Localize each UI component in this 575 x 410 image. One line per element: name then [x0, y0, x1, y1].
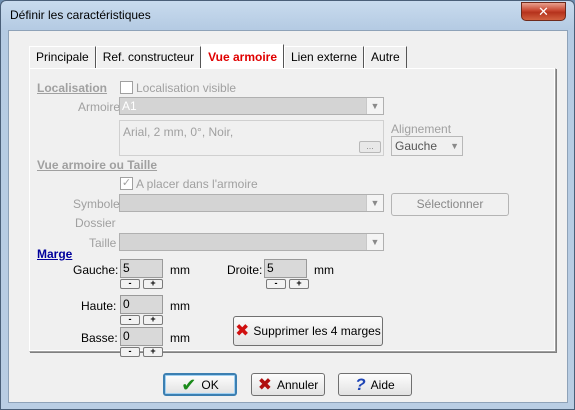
gauche-increment-button[interactable]: +: [143, 279, 163, 289]
tab-ref-constructeur[interactable]: Ref. constructeur: [95, 46, 202, 68]
supprimer-marges-label: Supprimer les 4 marges: [253, 324, 381, 338]
basse-unit: mm: [170, 331, 190, 345]
marge-section-title[interactable]: Marge: [37, 247, 72, 261]
checkmark-icon: ✔: [181, 374, 197, 395]
basse-label: Basse:: [81, 331, 118, 345]
chevron-down-icon: ▼: [366, 98, 383, 114]
gauche-input[interactable]: 5: [120, 259, 163, 278]
annuler-button[interactable]: ✖ Annuler: [251, 373, 325, 396]
droite-increment-button[interactable]: +: [289, 279, 309, 289]
dialog-client: Principale Ref. constructeur Vue armoire…: [8, 30, 568, 403]
placer-label: A placer dans l'armoire: [136, 177, 258, 191]
placer-checkbox[interactable]: ✓: [120, 177, 133, 190]
alignement-value: Gauche: [395, 139, 438, 153]
haute-increment-button[interactable]: +: [143, 315, 163, 325]
chevron-down-icon: ▼: [450, 141, 459, 151]
haute-label: Haute:: [81, 299, 117, 313]
basse-increment-button[interactable]: +: [143, 347, 163, 357]
armoire-label: Armoire: [78, 100, 121, 114]
ok-button[interactable]: ✔ OK: [163, 373, 237, 396]
supprimer-marges-button[interactable]: ✖ Supprimer les 4 marges: [233, 316, 383, 346]
delete-x-icon: ✖: [235, 321, 250, 340]
taille-label: Taille: [89, 236, 117, 250]
tab-lien-externe[interactable]: Lien externe: [284, 46, 365, 68]
haute-decrement-button[interactable]: -: [120, 315, 140, 325]
gauche-unit: mm: [170, 263, 190, 277]
tab-principale[interactable]: Principale: [29, 46, 96, 68]
title-bar[interactable]: Définir les caractéristiques ✕: [1, 1, 574, 29]
font-options-button[interactable]: ...: [359, 141, 381, 153]
alignement-select[interactable]: Gauche ▼: [391, 136, 463, 156]
close-button[interactable]: ✕: [521, 2, 566, 21]
vue-section-title: Vue armoire ou Taille: [37, 158, 158, 172]
droite-decrement-button[interactable]: -: [266, 279, 286, 289]
window-title: Définir les caractéristiques: [10, 8, 151, 22]
help-question-icon: ?: [355, 374, 366, 394]
armoire-value: A1: [122, 99, 137, 113]
symbole-label: Symbole: [73, 197, 120, 211]
localisation-visible-label: Localisation visible: [136, 81, 237, 95]
droite-input[interactable]: 5: [264, 259, 307, 278]
droite-label: Droite:: [227, 263, 263, 277]
dialog-window: Définir les caractéristiques ✕ Principal…: [0, 0, 575, 410]
basse-input[interactable]: 0: [120, 327, 163, 346]
chevron-down-icon: ▼: [366, 234, 383, 250]
localisation-visible-checkbox[interactable]: [120, 81, 133, 94]
haute-unit: mm: [170, 299, 190, 313]
font-format-display: Arial, 2 mm, 0°, Noir,: [119, 120, 384, 156]
taille-select[interactable]: ▼: [119, 233, 384, 251]
tab-strip: Principale Ref. constructeur Vue armoire…: [29, 44, 407, 68]
ok-label: OK: [201, 377, 219, 392]
gauche-decrement-button[interactable]: -: [120, 279, 140, 289]
basse-decrement-button[interactable]: -: [120, 347, 140, 357]
cancel-x-icon: ✖: [257, 374, 272, 394]
armoire-select[interactable]: A1 ▼: [119, 97, 384, 115]
droite-unit: mm: [314, 263, 334, 277]
dossier-label: Dossier: [75, 216, 116, 230]
haute-input[interactable]: 0: [120, 295, 163, 314]
font-format-text: Arial, 2 mm, 0°, Noir,: [123, 125, 234, 139]
symbole-select[interactable]: ▼: [119, 194, 384, 212]
localisation-section-title: Localisation: [37, 81, 108, 95]
close-icon: ✕: [538, 3, 549, 19]
selectionner-button[interactable]: Sélectionner: [391, 193, 509, 216]
gauche-label: Gauche:: [73, 263, 119, 277]
tab-vue-armoire[interactable]: Vue armoire: [201, 44, 284, 68]
aide-label: Aide: [370, 377, 395, 392]
annuler-label: Annuler: [276, 377, 319, 392]
chevron-down-icon: ▼: [366, 195, 383, 211]
alignement-label: Alignement: [391, 122, 452, 136]
tab-autre[interactable]: Autre: [364, 46, 407, 68]
aide-button[interactable]: ? Aide: [338, 373, 412, 396]
